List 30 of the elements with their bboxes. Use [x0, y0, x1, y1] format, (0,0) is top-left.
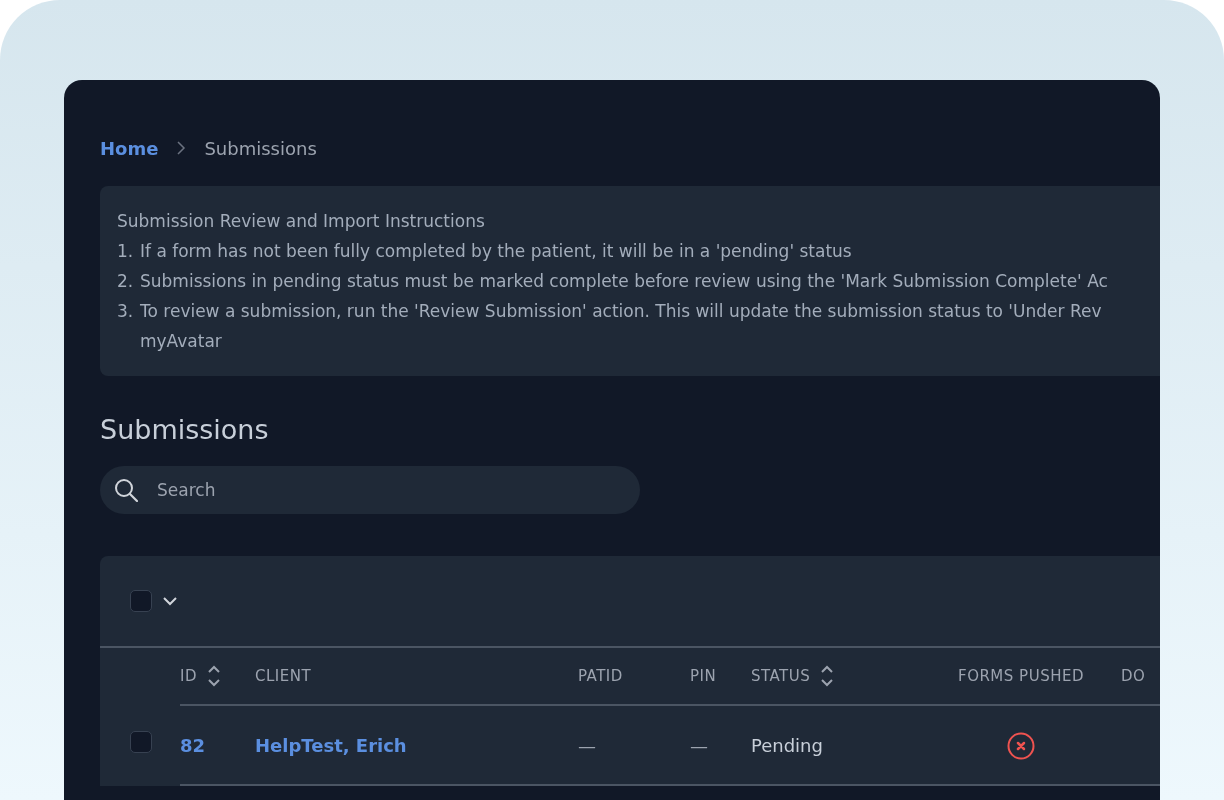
column-header: PATID: [578, 666, 623, 688]
breadcrumb-link[interactable]: Home: [100, 134, 159, 162]
row-checkbox[interactable]: [130, 730, 152, 753]
select-all-checkbox[interactable]: [130, 590, 152, 613]
chevron-right-icon: [176, 141, 187, 155]
column-header: PIN: [690, 666, 717, 688]
column-header: STATUS: [751, 666, 811, 688]
sort-icon: [820, 665, 835, 688]
client-link[interactable]: HelpTest, Erich: [255, 734, 407, 756]
status-text: Pending: [751, 734, 823, 756]
column-header: FORMS PUSHED: [958, 666, 1084, 688]
sort-icon: [207, 665, 221, 688]
instruction-text: If a form has not been fully completed by the patient, it will be in a 'pending' status: [140, 240, 852, 263]
table-cell: —: [578, 734, 596, 756]
column-header: ID: [180, 666, 197, 688]
instructions-title: Submission Review and Import Instructions: [117, 210, 486, 233]
search-icon: [114, 478, 138, 503]
list-number: 1.: [117, 240, 135, 263]
column-header: CLIENT: [255, 666, 312, 688]
search-field[interactable]: Search: [100, 466, 640, 515]
instruction-text: myAvatar: [140, 331, 222, 351]
instruction-text: To review a submission, run the 'Review Submission' action. This will update the submission status to 'Under Rev: [140, 300, 1102, 323]
page-heading: Submissions: [100, 414, 270, 447]
id-link[interactable]: 82: [180, 734, 206, 756]
column-header: DO: [1121, 666, 1146, 688]
list-number: 3.: [117, 300, 135, 323]
table-cell: —: [690, 734, 708, 756]
instruction-text: Submissions in pending status must be marked complete before review using the 'Mark Submission Complete' Ac: [140, 270, 1108, 293]
list-number: 2.: [117, 270, 135, 293]
breadcrumb-current: Submissions: [204, 136, 317, 161]
